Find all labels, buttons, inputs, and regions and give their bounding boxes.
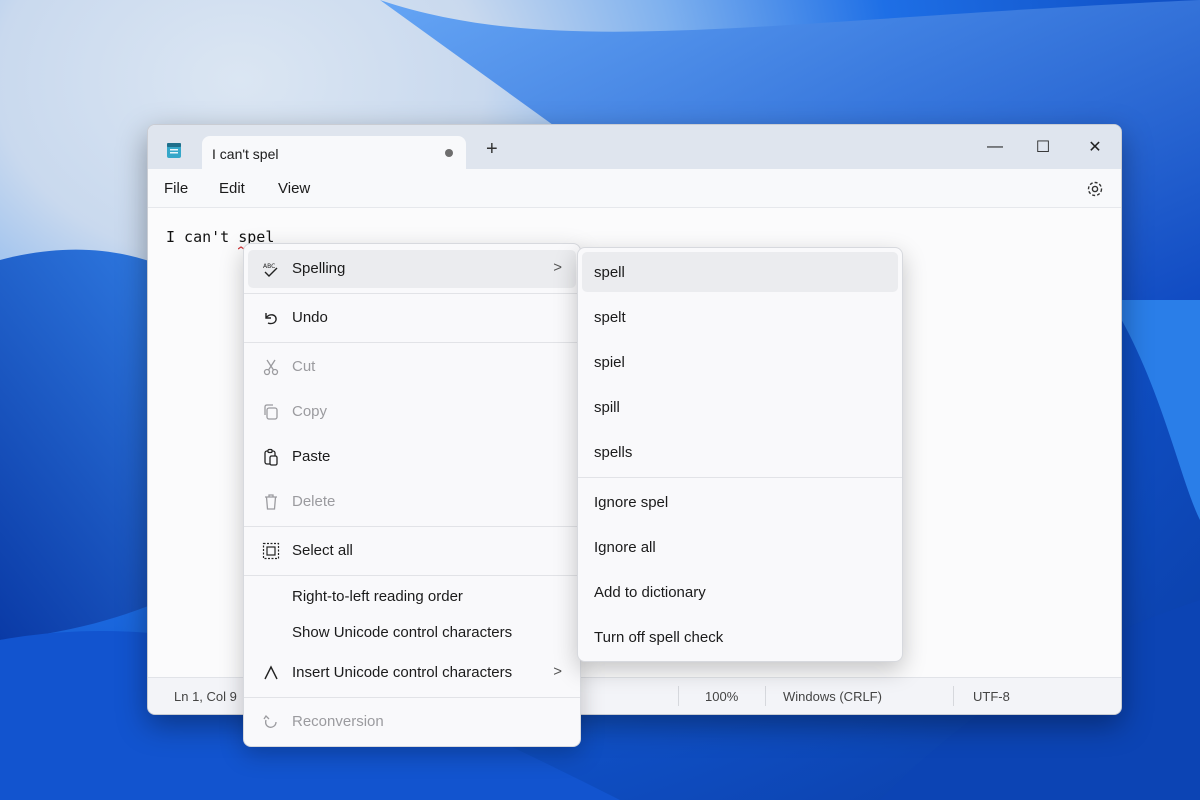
menu-label: Copy: [292, 403, 328, 420]
encoding[interactable]: UTF-8: [973, 689, 1010, 704]
menu-item-undo[interactable]: Undo: [248, 299, 576, 337]
scissors-icon: [263, 359, 279, 376]
suggestion-label: spells: [594, 444, 633, 461]
menu-item-select-all[interactable]: Select all: [248, 532, 576, 570]
select-all-icon: [262, 542, 280, 560]
menu-label: Right-to-left reading order: [292, 588, 463, 605]
line-endings[interactable]: Windows (CRLF): [783, 689, 882, 704]
menu-divider: [244, 342, 580, 343]
context-menu: ABC Spelling > Undo Cut Copy Paste Delet…: [243, 243, 581, 747]
menu-item-paste[interactable]: Paste: [248, 438, 576, 476]
spelling-submenu: spell spelt spiel spill spells Ignore sp…: [577, 247, 903, 662]
spell-check-icon: ABC: [263, 263, 278, 277]
status-divider: [953, 686, 954, 706]
close-button[interactable]: ✕: [1075, 133, 1115, 161]
ignore-all-item[interactable]: Ignore all: [582, 527, 898, 567]
menu-label: Cut: [292, 358, 316, 375]
status-divider: [678, 686, 679, 706]
svg-text:ABC: ABC: [263, 263, 275, 270]
menu-label: Reconversion: [292, 713, 384, 730]
menu-label: Turn off spell check: [594, 629, 724, 646]
unsaved-indicator-icon[interactable]: [445, 149, 453, 157]
menu-divider: [244, 526, 580, 527]
minimize-icon: —: [987, 138, 1003, 155]
suggestion-label: spiel: [594, 354, 625, 371]
menu-label: Add to dictionary: [594, 584, 706, 601]
add-to-dictionary-item[interactable]: Add to dictionary: [582, 572, 898, 612]
new-tab-button[interactable]: +: [486, 139, 498, 159]
menu-item-reconversion[interactable]: Reconversion: [248, 703, 576, 741]
zoom-level[interactable]: 100%: [705, 689, 738, 704]
status-divider: [765, 686, 766, 706]
menu-item-copy[interactable]: Copy: [248, 393, 576, 431]
maximize-button[interactable]: ☐: [1023, 133, 1063, 161]
turn-off-spell-check-item[interactable]: Turn off spell check: [582, 617, 898, 657]
suggestion-label: spill: [594, 399, 620, 416]
notepad-app-icon: [167, 143, 181, 158]
suggestion-label: spell: [594, 264, 625, 281]
ignore-word-item[interactable]: Ignore spel: [582, 482, 898, 522]
menu-file[interactable]: File: [164, 180, 188, 197]
trash-icon: [265, 494, 277, 510]
title-bar: I can't spel + — ☐ ✕: [148, 125, 1121, 170]
tab-title: I can't spel: [212, 146, 279, 162]
menu-label: Insert Unicode control characters: [292, 664, 513, 681]
chevron-right-icon: >: [553, 259, 562, 276]
menu-label: Ignore spel: [594, 494, 669, 511]
document-tab[interactable]: I can't spel: [202, 136, 466, 170]
menu-divider: [244, 697, 580, 698]
close-icon: ✕: [1088, 139, 1102, 156]
chevron-right-icon: >: [553, 663, 562, 680]
maximize-icon: ☐: [1035, 139, 1051, 156]
suggestion-label: spelt: [594, 309, 626, 326]
menu-bar: File Edit View: [148, 169, 1121, 208]
menu-label: Show Unicode control characters: [292, 624, 513, 641]
suggestion-item[interactable]: spells: [582, 432, 898, 472]
suggestion-item[interactable]: spill: [582, 387, 898, 427]
menu-item-cut[interactable]: Cut: [248, 348, 576, 386]
suggestion-item[interactable]: spiel: [582, 342, 898, 382]
minimize-button[interactable]: —: [975, 133, 1015, 161]
menu-item-insert-unicode[interactable]: Insert Unicode control characters >: [248, 654, 576, 692]
menu-label: Select all: [292, 542, 353, 559]
menu-item-rtl[interactable]: Right-to-left reading order: [248, 578, 576, 612]
menu-label: Paste: [292, 448, 331, 465]
menu-label: Spelling: [292, 260, 346, 277]
menu-item-delete[interactable]: Delete: [248, 483, 576, 521]
menu-divider: [578, 477, 902, 478]
menu-label: Delete: [292, 493, 336, 510]
menu-edit[interactable]: Edit: [219, 180, 245, 197]
insert-caret-icon: [264, 665, 278, 680]
paste-icon: [264, 448, 278, 466]
reconversion-icon: [263, 714, 277, 728]
undo-icon: [265, 313, 277, 325]
menu-divider: [244, 293, 580, 294]
suggestion-item[interactable]: spell: [582, 252, 898, 292]
suggestion-item[interactable]: spelt: [582, 297, 898, 337]
menu-label: Ignore all: [594, 539, 656, 556]
cursor-position: Ln 1, Col 9: [174, 689, 237, 704]
copy-icon: [264, 404, 278, 420]
menu-item-spelling[interactable]: ABC Spelling >: [248, 250, 576, 288]
menu-label: Undo: [292, 309, 328, 326]
menu-divider: [244, 575, 580, 576]
menu-view[interactable]: View: [278, 180, 310, 197]
settings-gear-icon[interactable]: [1085, 179, 1105, 199]
menu-item-show-unicode[interactable]: Show Unicode control characters: [248, 614, 576, 648]
